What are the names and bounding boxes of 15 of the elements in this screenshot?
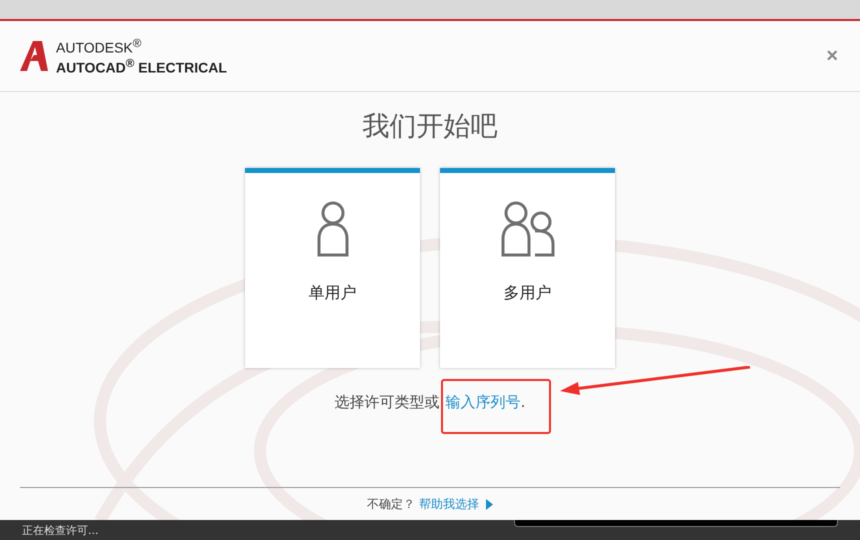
help-me-choose-link[interactable]: 帮助我选择 — [419, 496, 479, 512]
play-icon — [486, 498, 493, 510]
license-option-card[interactable]: 单用户 — [245, 168, 420, 368]
status-text: 正在检查许可... — [22, 522, 98, 538]
logo-icon — [20, 41, 48, 71]
page-title: 我们开始吧 — [362, 110, 498, 144]
license-option-card[interactable]: 多用户 — [440, 168, 615, 368]
people-icon — [500, 201, 554, 257]
serial-number-link[interactable]: 输入序列号 — [446, 393, 521, 411]
product-name: AUTOCAD$^{®}$ ELECTRICAL — [56, 56, 227, 76]
brand-name: AUTODESK$^{®}$ — [56, 36, 142, 56]
question-text: 不确定？ — [367, 496, 415, 512]
close-button[interactable]: × — [822, 44, 842, 68]
person-icon — [316, 201, 348, 257]
license-prompt: 选择许可类型或 输入序列号. — [334, 393, 526, 412]
